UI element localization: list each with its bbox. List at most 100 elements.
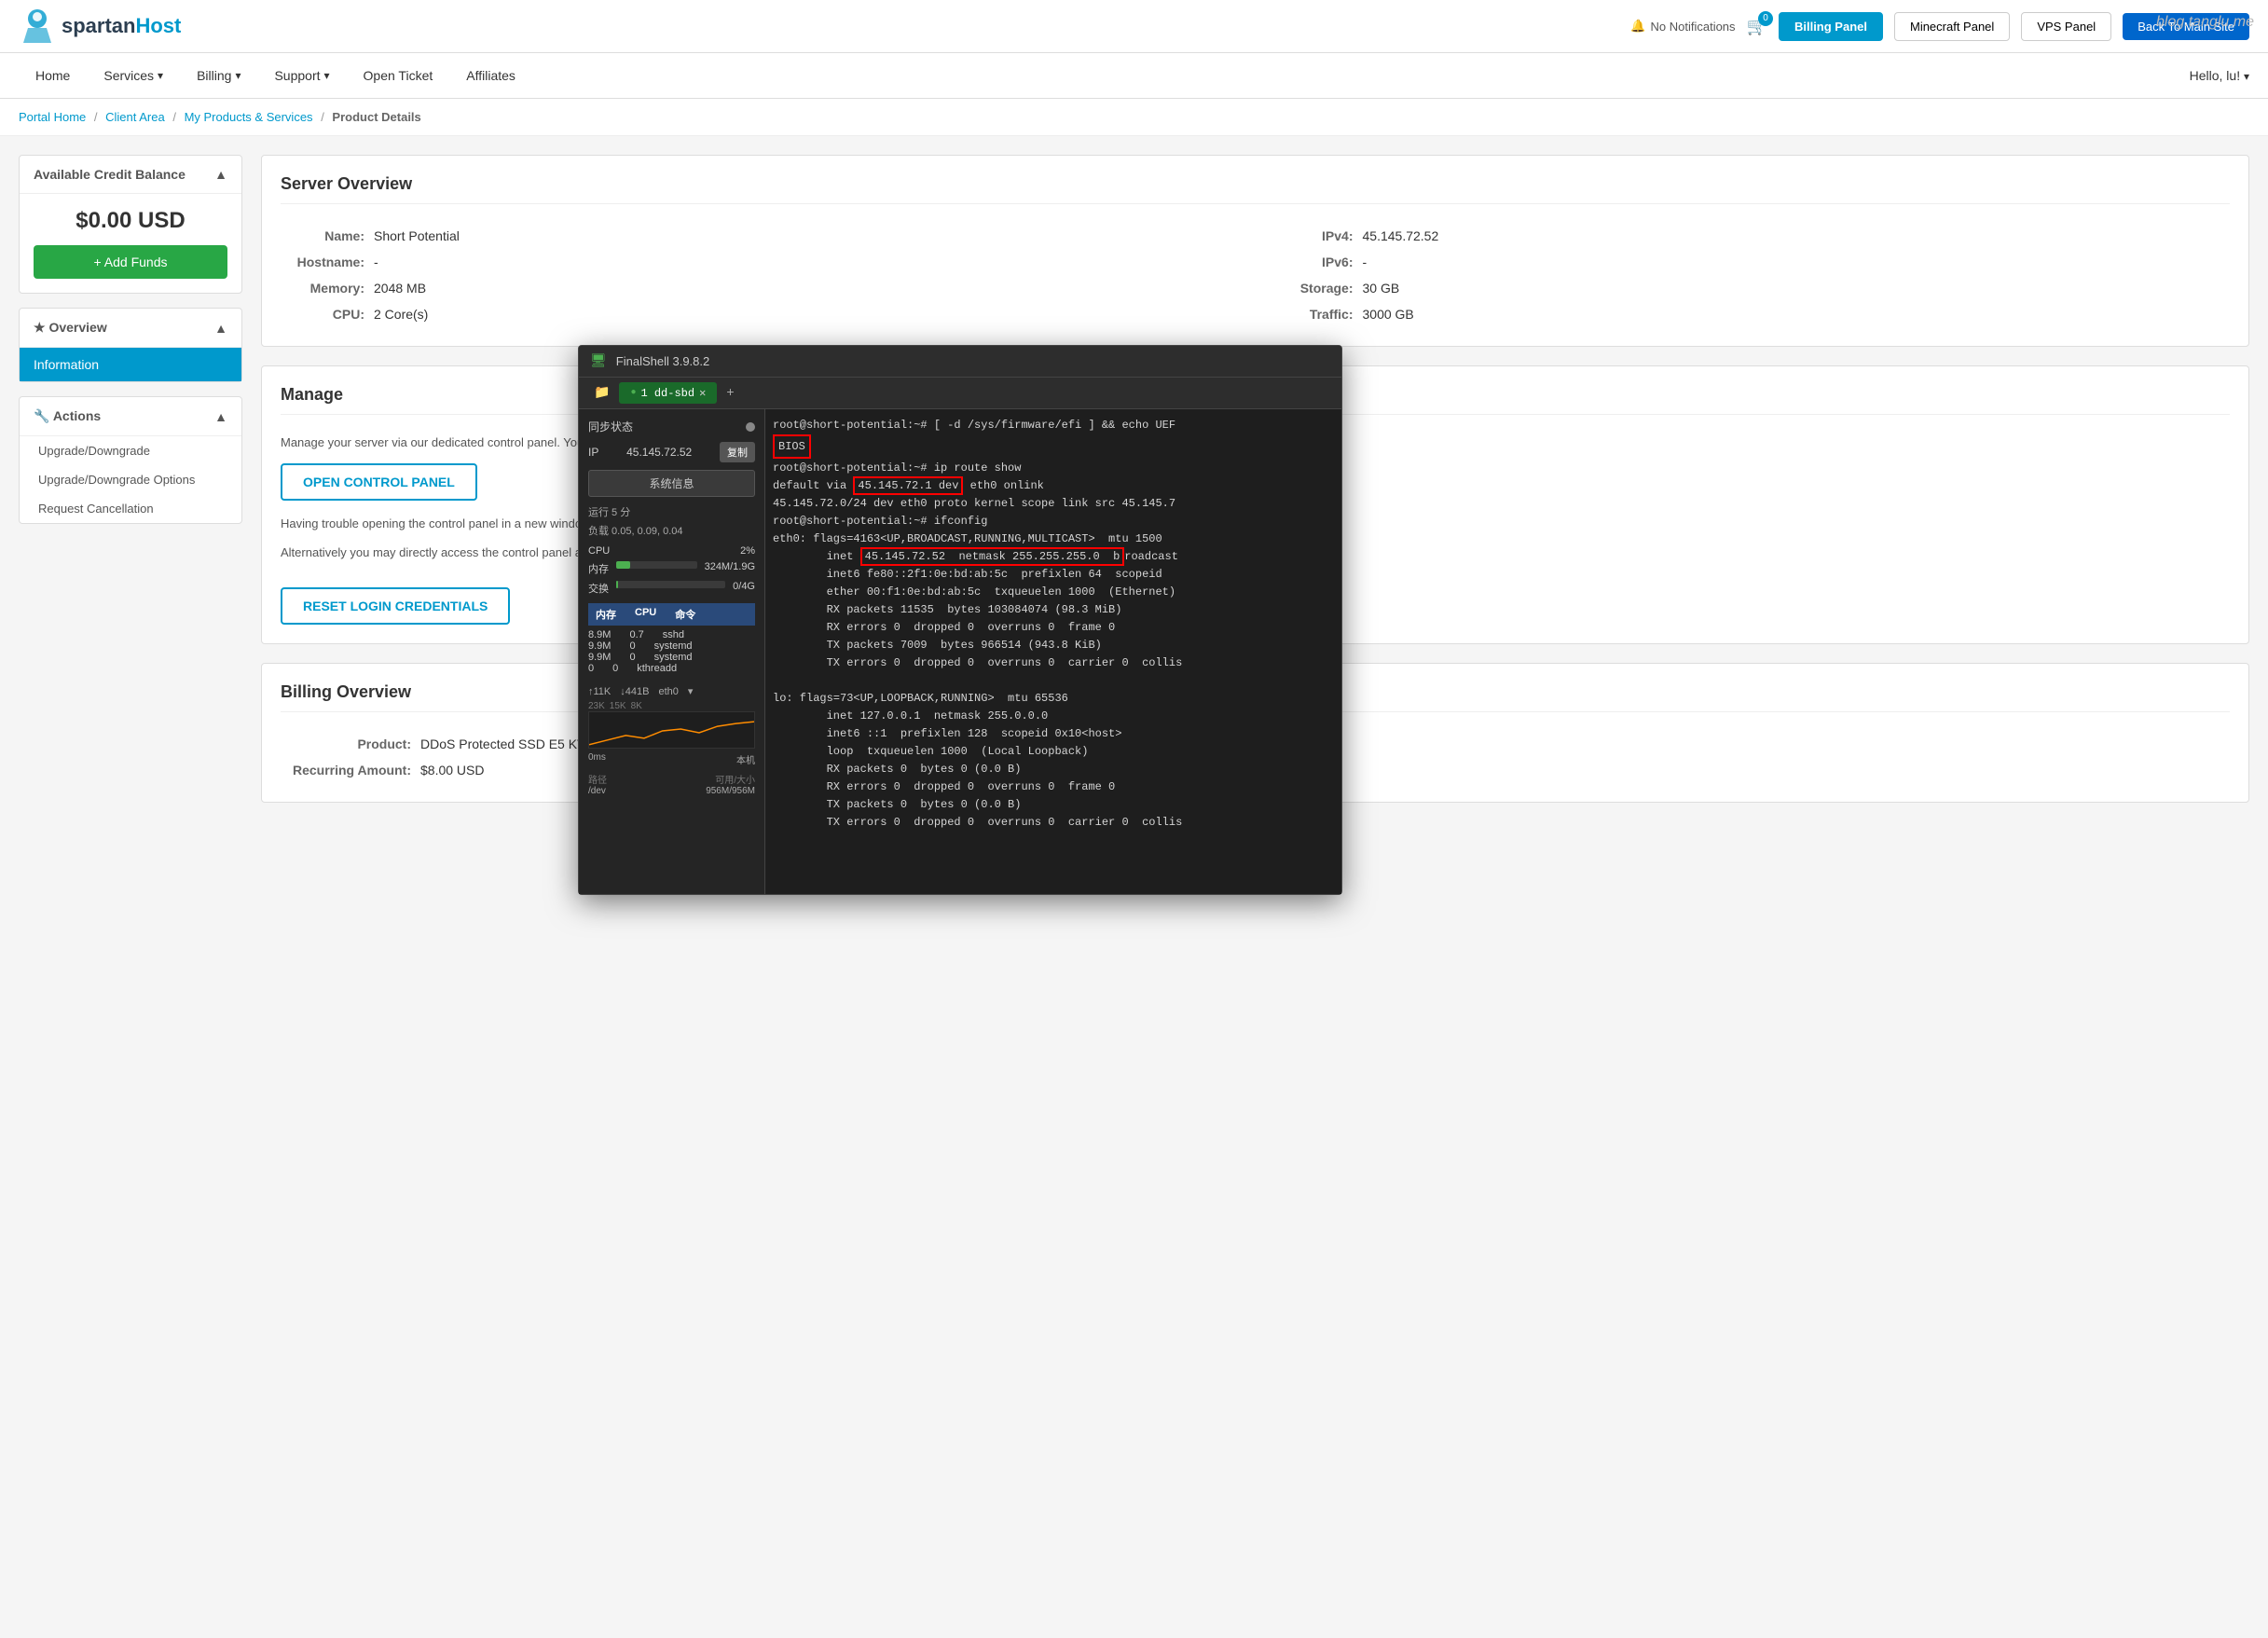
nav-open-ticket[interactable]: Open Ticket [347,53,450,98]
mem-stat-row: 内存 324M/1.9G [588,561,755,576]
gateway-highlight: 45.145.72.1 dev [853,476,963,495]
recurring-label: Recurring Amount: [281,763,411,778]
notifications[interactable]: 🔔 No Notifications [1630,19,1735,34]
sysinfo-button[interactable]: 系统信息 [588,470,755,497]
minecraft-panel-button[interactable]: Minecraft Panel [1894,12,2010,41]
process-table: 内存 CPU 命令 [588,603,755,626]
server-overview-title: Server Overview [281,174,2230,204]
breadcrumb-portal-home[interactable]: Portal Home [19,110,86,124]
nav-support[interactable]: Support ▾ [257,53,346,98]
local-label: 本机 [736,752,755,766]
open-control-panel-button[interactable]: OPEN CONTROL PANEL [281,463,477,501]
reset-login-credentials-button[interactable]: RESET LOGIN CREDENTIALS [281,587,510,625]
sidebar-item-upgrade-options[interactable]: Upgrade/Downgrade Options [20,465,241,494]
bios-highlight: BIOS [773,434,811,459]
nav-billing[interactable]: Billing ▾ [180,53,257,98]
breadcrumb-sep: / [321,110,327,124]
name-row: Name: Short Potential [281,223,1242,249]
sidebar-item-request-cancellation[interactable]: Request Cancellation [20,494,241,523]
billing-panel-button[interactable]: Billing Panel [1779,12,1883,41]
terminal-content: root@short-potential:~# [ -d /sys/firmwa… [765,409,1341,894]
breadcrumb-sep: / [172,110,179,124]
swap-stat-label: 交换 [588,581,609,596]
chevron-down-icon: ▾ [2244,70,2249,83]
chevron-up-icon: ▲ [214,409,227,424]
ipv4-label: IPv4: [1270,228,1354,243]
ip-value: 45.145.72.52 [626,446,692,459]
cart-count: 0 [1758,11,1773,26]
tab-add-icon[interactable]: + [719,382,741,405]
chevron-down-icon: ▾ [235,69,241,82]
hostname-label: Hostname: [281,255,364,269]
nav-affiliates[interactable]: Affiliates [449,53,532,98]
top-bar-right: 🔔 No Notifications 🛒 0 Billing Panel Min… [1630,12,2249,41]
terminal-line: eth0: flags=4163<UP,BROADCAST,RUNNING,MU… [773,530,1334,547]
breadcrumb-product-details: Product Details [332,110,420,124]
ipv6-row: IPv6: - [1270,249,2231,275]
latency-label: 0ms [588,752,606,766]
recurring-value: $8.00 USD [420,763,484,778]
cart-badge[interactable]: 🛒 0 [1747,17,1767,36]
net-interface: eth0 [658,686,678,697]
finalshell-overlay: 🖥 FinalShell 3.9.8.2 📁 ● 1 dd-sbd ✕ + 同步… [578,345,1342,895]
bell-icon: 🔔 [1630,19,1645,34]
vps-panel-button[interactable]: VPS Panel [2021,12,2111,41]
sync-status-label: 同步状态 [588,419,633,434]
terminal-line: inet6 ::1 prefixlen 128 scopeid 0x10<hos… [773,725,1334,742]
terminal-line: loop txqueuelen 1000 (Local Loopback) [773,743,1334,760]
terminal-area[interactable]: root@short-potential:~# [ -d /sys/firmwa… [765,409,1341,894]
terminal-tab[interactable]: ● 1 dd-sbd ✕ [619,382,717,404]
server-right-col: IPv4: 45.145.72.52 IPv6: - Storage: 30 G… [1270,223,2231,327]
terminal-line: RX errors 0 dropped 0 overruns 0 frame 0 [773,778,1334,795]
process-row: 9.9M0systemd [588,640,755,652]
cpu-stat-label: CPU [588,545,610,557]
breadcrumb-client-area[interactable]: Client Area [105,110,165,124]
folder-icon[interactable]: 📁 [586,381,617,405]
process-list: 8.9M0.7sshd 9.9M0systemd 9.9M0systemd 00… [588,629,755,674]
mem-bar-fill [616,561,630,569]
ip-label: IP [588,446,598,459]
actions-section-header: 🔧 Actions ▲ [20,397,241,436]
chevron-down-icon: ▾ [324,69,330,82]
process-row: 00kthreadd [588,663,755,674]
terminal-line-bios: BIOS [773,434,1334,459]
back-to-main-button[interactable]: Back To Main Site [2123,13,2249,40]
hostname-row: Hostname: - [281,249,1242,275]
sidebar: Available Credit Balance ▲ $0.00 USD + A… [19,155,242,821]
chevron-down-icon: ▾ [158,69,163,82]
swap-bar-fill [616,581,618,588]
process-row: 9.9M0systemd [588,652,755,663]
swap-stat-row: 交换 0/4G [588,581,755,596]
nav-user[interactable]: Hello, lu! ▾ [2190,53,2249,98]
sidebar-item-upgrade-downgrade[interactable]: Upgrade/Downgrade [20,436,241,465]
sidebar-item-information[interactable]: Information [20,348,241,381]
finalshell-left-panel: 同步状态 IP 45.145.72.52 复制 系统信息 运行 5 分 负载 0… [579,409,765,894]
copy-ip-button[interactable]: 复制 [720,442,755,462]
terminal-line: root@short-potential:~# ip route show [773,460,1334,476]
terminal-line: TX packets 0 bytes 0 (0.0 B) [773,796,1334,813]
wrench-icon: 🔧 [34,408,49,423]
cpu-stat-value: 2% [740,545,755,557]
network-chart [588,711,755,749]
memory-label: Memory: [281,281,364,296]
mem-stat-label: 内存 [588,561,609,576]
tab-status-dot: ● [630,388,636,398]
cpu-label: CPU: [281,307,364,322]
name-value: Short Potential [374,228,460,243]
tab-name: 1 dd-sbd [640,387,694,400]
logo-icon [19,7,56,45]
mem-stat-detail: 324M/1.9G [705,561,755,576]
nav-home[interactable]: Home [19,53,87,98]
server-overview-grid: Name: Short Potential Hostname: - Memory… [281,223,2230,327]
cpu-row: CPU: 2 Core(s) [281,301,1242,327]
ipv6-label: IPv6: [1270,255,1354,269]
add-funds-button[interactable]: + Add Funds [34,245,227,279]
tab-close-icon[interactable]: ✕ [699,386,706,400]
finalshell-title: FinalShell 3.9.8.2 [616,354,709,368]
breadcrumb-my-products[interactable]: My Products & Services [185,110,313,124]
name-label: Name: [281,228,364,243]
nav-services[interactable]: Services ▾ [87,53,180,98]
process-header: 内存 CPU 命令 [596,607,748,622]
traffic-value: 3000 GB [1363,307,1414,322]
breadcrumb-sep: / [94,110,101,124]
